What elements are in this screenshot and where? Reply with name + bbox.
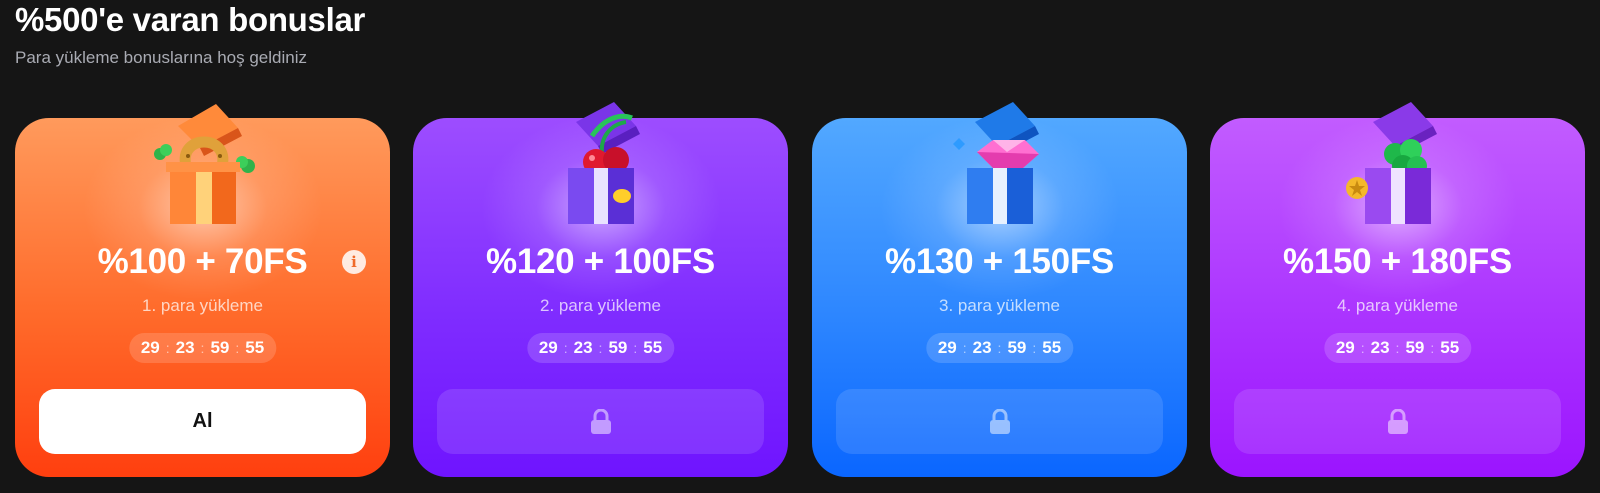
countdown-timer: 29: 23: 59: 55 xyxy=(925,333,1074,363)
diamond-gift-icon xyxy=(952,102,1039,224)
locked-button[interactable] xyxy=(836,389,1163,454)
lock-icon xyxy=(989,408,1010,434)
timer-minutes: 59 xyxy=(1405,338,1425,357)
bonus-amount: %100 + 70FS xyxy=(97,242,308,281)
bonus-amount: %130 + 150FS xyxy=(885,242,1114,281)
deposit-label: 3. para yükleme xyxy=(939,296,1060,315)
deposit-label: 4. para yükleme xyxy=(1337,296,1458,315)
bonus-amount: %150 + 180FS xyxy=(1283,242,1512,281)
timer-hours: 23 xyxy=(972,338,992,357)
deposit-label: 1. para yükleme xyxy=(142,296,263,315)
timer-seconds: 55 xyxy=(1042,338,1062,357)
info-icon[interactable]: i xyxy=(342,250,366,274)
timer-seconds: 55 xyxy=(1440,338,1460,357)
lock-icon xyxy=(1387,408,1408,434)
timer-days: 29 xyxy=(538,338,558,357)
bonus-amount: %120 + 100FS xyxy=(486,242,715,281)
locked-button[interactable] xyxy=(1234,389,1561,454)
claim-button[interactable]: Al xyxy=(39,389,366,454)
timer-minutes: 59 xyxy=(210,338,230,357)
bonus-card-2: %120 + 100FS 2. para yükleme 29: 23: 59:… xyxy=(413,102,788,477)
page-subtitle: Para yükleme bonuslarına hoş geldiniz xyxy=(15,48,308,67)
timer-minutes: 59 xyxy=(608,338,628,357)
page-title: %500'e varan bonuslar xyxy=(15,1,366,38)
timer-days: 29 xyxy=(140,338,160,357)
lock-icon xyxy=(590,408,611,434)
timer-days: 29 xyxy=(1335,338,1355,357)
locked-button[interactable] xyxy=(437,389,764,454)
timer-minutes: 59 xyxy=(1007,338,1027,357)
bonus-card-1: %100 + 70FS i 1. para yükleme 29: 23: 59… xyxy=(15,104,390,477)
cherry-gift-icon xyxy=(567,102,640,224)
countdown-timer: 29: 23: 59: 55 xyxy=(1323,333,1472,363)
countdown-timer: 29: 23: 59: 55 xyxy=(128,333,277,363)
timer-hours: 23 xyxy=(175,338,195,357)
horseshoe-gift-icon xyxy=(153,104,255,224)
timer-hours: 23 xyxy=(1370,338,1390,357)
bonus-card-4: %150 + 180FS 4. para yükleme 29: 23: 59:… xyxy=(1210,102,1585,477)
deposit-label: 2. para yükleme xyxy=(540,296,661,315)
countdown-timer: 29: 23: 59: 55 xyxy=(526,333,675,363)
timer-seconds: 55 xyxy=(245,338,265,357)
timer-seconds: 55 xyxy=(643,338,663,357)
bonus-card-3: %130 + 150FS 3. para yükleme 29: 23: 59:… xyxy=(812,102,1187,477)
timer-hours: 23 xyxy=(573,338,593,357)
timer-days: 29 xyxy=(937,338,957,357)
clover-gift-icon xyxy=(1345,102,1437,224)
